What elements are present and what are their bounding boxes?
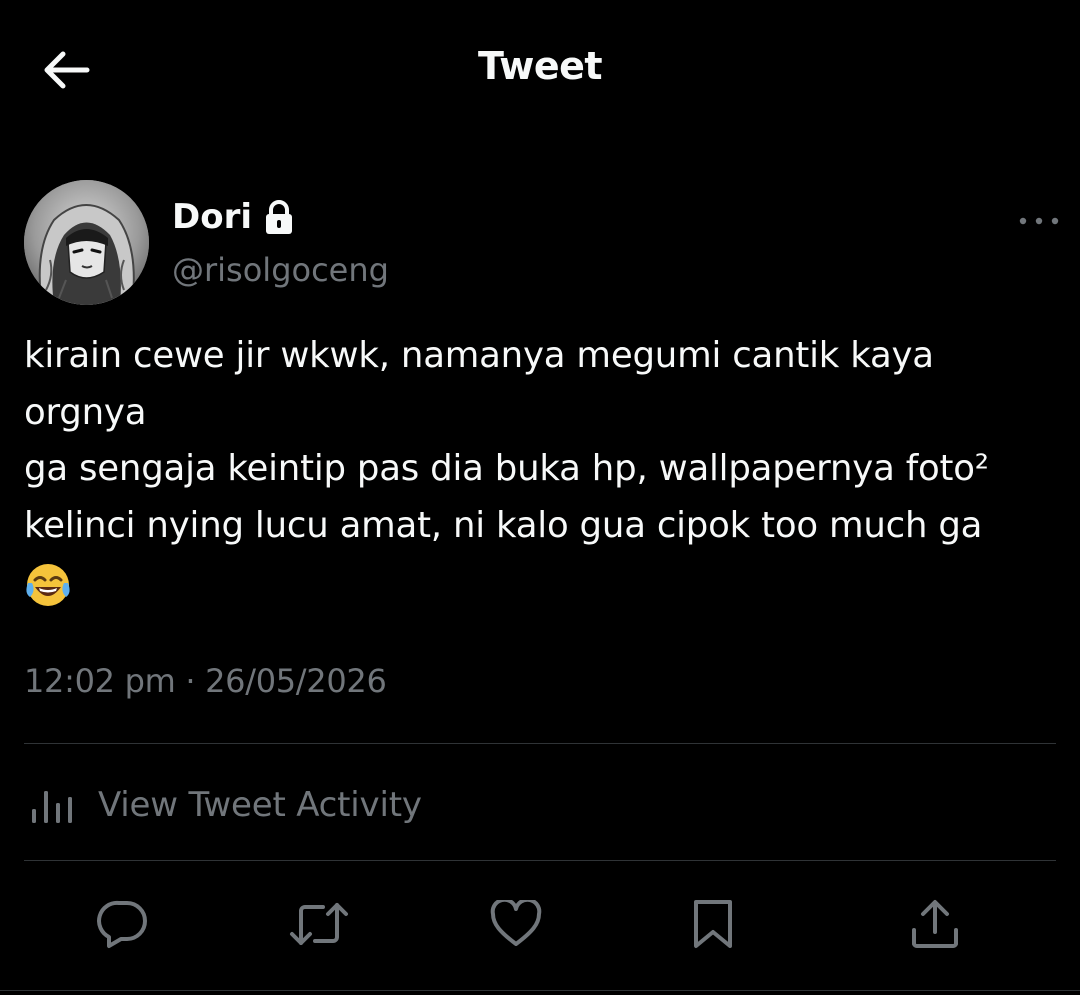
tweet-timestamp[interactable]: 12:02 pm · 26/05/2026 bbox=[24, 662, 387, 700]
tweet-text-line: orgnya bbox=[24, 391, 147, 433]
bottom-divider bbox=[0, 990, 1080, 991]
author-name[interactable]: Dori bbox=[172, 197, 294, 237]
heart-icon bbox=[490, 900, 542, 946]
tears-of-joy-emoji-icon bbox=[26, 564, 70, 606]
more-horizontal-icon bbox=[1019, 217, 1059, 225]
view-tweet-activity-label: View Tweet Activity bbox=[98, 785, 422, 825]
tweet-text-line: ga sengaja keintip pas dia buka hp, wall… bbox=[24, 448, 989, 489]
like-button[interactable] bbox=[486, 894, 546, 954]
share-icon bbox=[912, 900, 958, 948]
divider bbox=[24, 860, 1056, 861]
page-title: Tweet bbox=[477, 44, 603, 88]
lock-icon bbox=[266, 200, 293, 234]
author-handle[interactable]: @risolgoceng bbox=[172, 251, 389, 289]
tweet-text-line: kirain cewe jir wkwk, namanya megumi can… bbox=[24, 335, 934, 376]
bookmark-icon bbox=[694, 900, 732, 948]
bookmark-button[interactable] bbox=[683, 894, 743, 954]
bar-chart-icon bbox=[32, 791, 72, 823]
author-display-name: Dori bbox=[172, 197, 253, 237]
tweet-text-line bbox=[24, 554, 1064, 611]
share-button[interactable] bbox=[905, 894, 965, 954]
activity-icon-wrap bbox=[24, 777, 80, 833]
avatar[interactable] bbox=[24, 180, 149, 305]
avatar-image bbox=[24, 180, 149, 305]
retweet-button[interactable] bbox=[289, 894, 349, 954]
tweet-action-bar bbox=[0, 880, 1080, 970]
divider bbox=[24, 743, 1056, 744]
reply-button[interactable] bbox=[93, 894, 153, 954]
view-tweet-activity-button[interactable]: View Tweet Activity bbox=[24, 770, 422, 840]
retweet-icon bbox=[290, 903, 348, 945]
reply-icon bbox=[97, 900, 147, 948]
tweet-text: kirain cewe jir wkwk, namanya megumi can… bbox=[24, 328, 1064, 611]
top-bar: Tweet bbox=[0, 0, 1080, 140]
tweet-text-line: kelinci nying lucu amat, ni kalo gua cip… bbox=[24, 504, 983, 546]
more-options-button[interactable] bbox=[1014, 204, 1064, 238]
